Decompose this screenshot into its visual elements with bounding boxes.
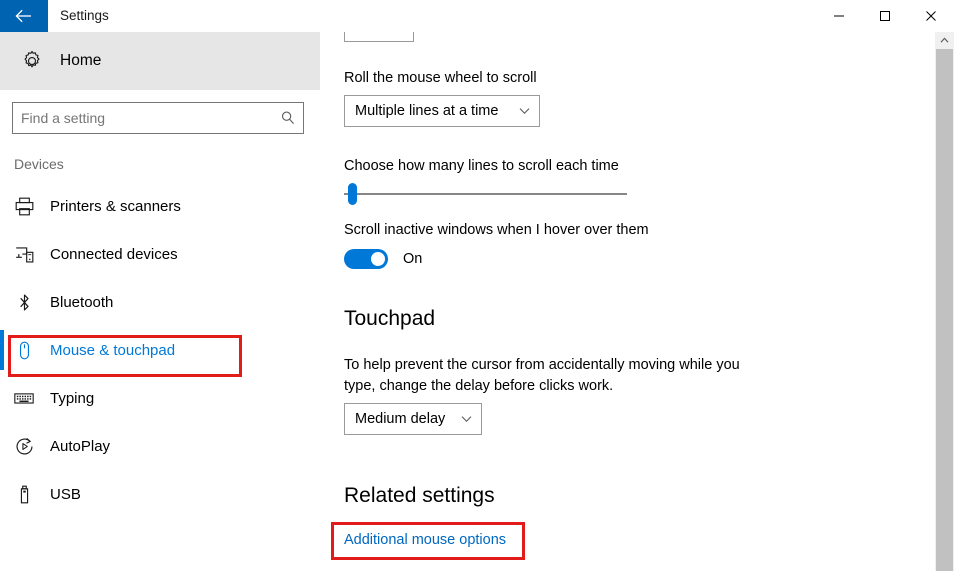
sidebar: Home Devices (0, 32, 320, 571)
scroll-up-button[interactable] (935, 32, 954, 49)
sidebar-item-label: USB (50, 485, 81, 503)
touchpad-delay-dropdown[interactable]: Medium delay (344, 403, 482, 435)
scrollbar-thumb[interactable] (936, 49, 953, 140)
lines-slider[interactable] (344, 182, 627, 206)
bluetooth-icon (0, 292, 48, 313)
search-box[interactable] (12, 102, 304, 134)
inactive-scroll-label: Scroll inactive windows when I hover ove… (344, 222, 649, 238)
inactive-scroll-toggle-row: On (344, 249, 422, 269)
sidebar-item-label: Typing (50, 389, 95, 407)
wheel-scroll-label: Roll the mouse wheel to scroll (344, 70, 537, 86)
close-icon (926, 11, 936, 21)
settings-window: Settings Home Find a setting Devices Pri… (0, 0, 954, 571)
sidebar-item-connected-devices[interactable]: Connected devices (0, 230, 320, 278)
sidebar-item-mouse-touchpad[interactable]: Mouse & touchpad (0, 326, 320, 374)
maximize-icon (880, 11, 890, 21)
search-input[interactable] (13, 103, 273, 133)
sidebar-item-bluetooth[interactable]: Bluetooth (0, 278, 320, 326)
window-controls (816, 0, 954, 32)
sidebar-item-home[interactable]: Home (0, 32, 320, 90)
usb-icon (0, 484, 48, 505)
chevron-up-icon (940, 37, 949, 43)
lines-slider-label: Choose how many lines to scroll each tim… (344, 158, 619, 174)
sidebar-item-label: Mouse & touchpad (50, 341, 176, 359)
touchpad-description: To help prevent the cursor from accident… (344, 357, 740, 394)
sidebar-item-label: Printers & scanners (50, 197, 181, 215)
sidebar-group-title: Devices (14, 156, 64, 172)
chevron-down-icon (461, 415, 481, 423)
title-bar: Settings (0, 0, 954, 32)
window-title: Settings (60, 8, 109, 23)
back-button[interactable] (0, 0, 48, 32)
home-label: Home (60, 52, 102, 69)
maximize-button[interactable] (862, 0, 908, 32)
minimize-icon (834, 15, 844, 17)
autoplay-icon (0, 436, 48, 457)
chevron-down-icon (519, 107, 539, 115)
close-button[interactable] (908, 0, 954, 32)
sidebar-item-label: Bluetooth (50, 293, 114, 311)
printer-icon (0, 196, 48, 217)
inactive-scroll-toggle[interactable] (344, 249, 388, 269)
sidebar-nav-list: Printers & scanners Connected devices Bl… (0, 182, 320, 518)
touchpad-delay-value: Medium delay (355, 411, 446, 427)
toggle-state-label: On (403, 251, 423, 267)
scrolled-off-dropdown[interactable] (344, 32, 414, 42)
main-content: Roll the mouse wheel to scroll Multiple … (320, 32, 935, 571)
wheel-scroll-value: Multiple lines at a time (355, 103, 499, 119)
sidebar-item-printers-scanners[interactable]: Printers & scanners (0, 182, 320, 230)
search-icon[interactable] (273, 103, 303, 133)
sidebar-item-label: Connected devices (50, 245, 178, 263)
slider-track[interactable] (344, 193, 627, 195)
connected-devices-icon (0, 244, 48, 265)
mouse-icon (0, 340, 48, 361)
toggle-knob (371, 252, 385, 266)
gear-icon (8, 50, 56, 72)
back-arrow-icon (15, 9, 31, 23)
sidebar-item-autoplay[interactable]: AutoPlay (0, 422, 320, 470)
sidebar-item-typing[interactable]: Typing (0, 374, 320, 422)
vertical-scrollbar[interactable] (935, 32, 954, 571)
keyboard-icon (0, 387, 48, 409)
touchpad-heading: Touchpad (344, 307, 436, 330)
minimize-button[interactable] (816, 0, 862, 32)
scrollbar-lower-track[interactable] (936, 140, 953, 571)
sidebar-item-usb[interactable]: USB (0, 470, 320, 518)
additional-mouse-options-link[interactable]: Additional mouse options (344, 532, 506, 548)
wheel-scroll-dropdown[interactable]: Multiple lines at a time (344, 95, 540, 127)
related-settings-heading: Related settings (344, 484, 495, 507)
slider-thumb[interactable] (348, 183, 357, 205)
sidebar-item-label: AutoPlay (50, 437, 111, 455)
